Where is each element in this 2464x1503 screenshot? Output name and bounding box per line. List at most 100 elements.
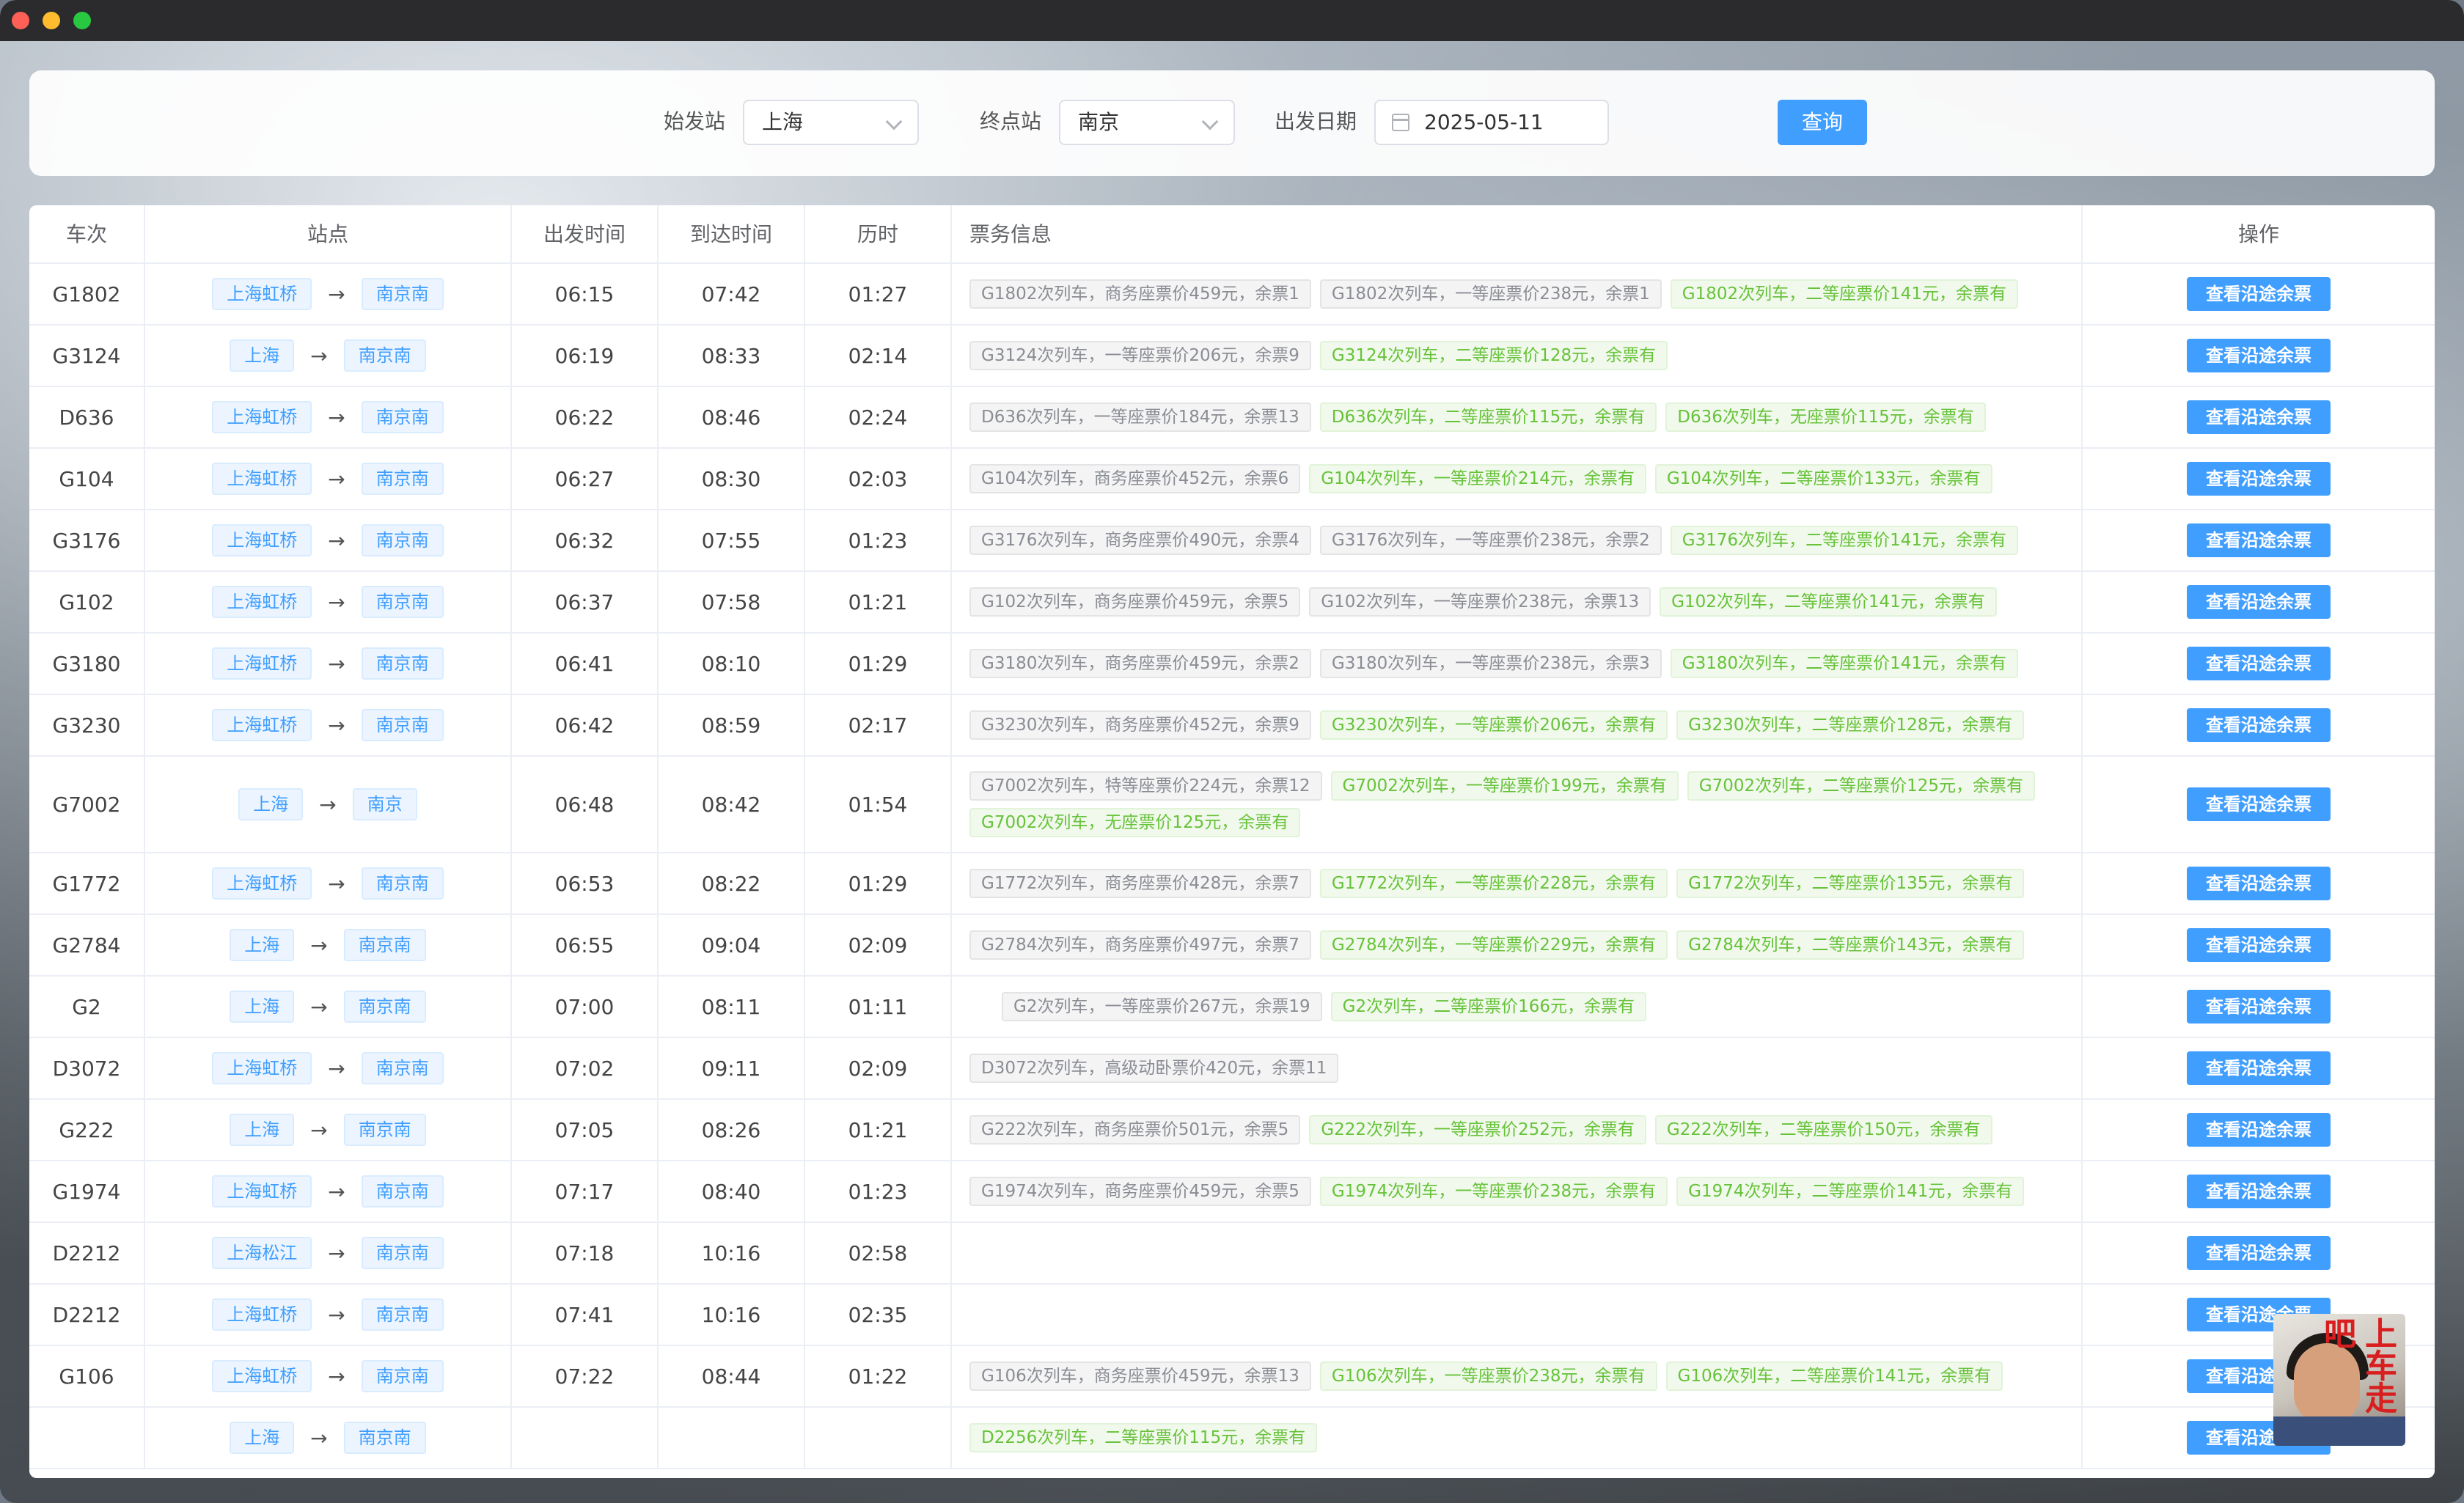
- zoom-window-button[interactable]: [73, 12, 91, 29]
- duration: [805, 1408, 952, 1468]
- action-cell: 查看沿途余票: [2083, 449, 2435, 509]
- view-stops-button[interactable]: 查看沿途余票: [2187, 990, 2331, 1024]
- view-stops-button[interactable]: 查看沿途余票: [2187, 277, 2331, 311]
- table-row: G1974 上海虹桥 → 南京南 07:17 08:40 01:23 G1974次列车，商务座…: [29, 1161, 2435, 1223]
- header-duration: 历时: [805, 205, 952, 264]
- ticket-tag: D636次列车，二等座票价115元，余票有: [1319, 403, 1657, 432]
- train-number: G106: [29, 1346, 145, 1406]
- duration: 02:14: [805, 326, 952, 386]
- arrival-time: 07:58: [659, 572, 805, 632]
- to-station-select[interactable]: 南京: [1059, 100, 1235, 145]
- ticket-tag: G7002次列车，一等座票价199元，余票有: [1330, 771, 1679, 801]
- app-window: 始发站 上海 终点站 南京 出发日期 2025-05-11 查询 车次 站点 出…: [0, 0, 2464, 1503]
- from-station-tag: 上海虹桥: [212, 647, 312, 680]
- arrow-right-icon: →: [319, 792, 337, 817]
- action-cell: 查看沿途余票: [2083, 326, 2435, 386]
- arrival-time: 08:40: [659, 1161, 805, 1221]
- to-station-tag: 南京: [352, 788, 417, 820]
- thumbnail-caption: 上车走吧: [2318, 1317, 2397, 1414]
- departure-time: 06:55: [512, 915, 659, 975]
- station-route: 上海 → 南京南: [230, 339, 426, 372]
- ticket-tag: D2256次列车，二等座票价115元，余票有: [969, 1423, 1318, 1452]
- arrow-right-icon: →: [328, 713, 345, 738]
- station-cell: 上海虹桥 → 南京南: [145, 1285, 512, 1345]
- station-cell: 上海虹桥 → 南京南: [145, 510, 512, 570]
- arrow-right-icon: →: [328, 871, 345, 896]
- arrival-time: 08:33: [659, 326, 805, 386]
- view-stops-button[interactable]: 查看沿途余票: [2187, 787, 2331, 821]
- calendar-icon: [1392, 114, 1409, 131]
- view-stops-button[interactable]: 查看沿途余票: [2187, 1051, 2331, 1085]
- ticket-tag: G1802次列车，二等座票价141元，余票有: [1670, 279, 2019, 309]
- duration: 02:24: [805, 387, 952, 447]
- from-station-tag: 上海: [230, 929, 295, 961]
- departure-time: 07:17: [512, 1161, 659, 1221]
- ticket-tag: D3072次列车，高级动卧票价420元，余票11: [969, 1054, 1339, 1083]
- to-station-tag: 南京南: [343, 339, 426, 372]
- action-cell: 查看沿途余票: [2083, 510, 2435, 570]
- table-row: D2212 上海松江 → 南京南 07:18 10:16 02:58 查看沿途余票: [29, 1223, 2435, 1285]
- view-stops-button[interactable]: 查看沿途余票: [2187, 928, 2331, 962]
- from-station-tag: 上海: [230, 1114, 295, 1146]
- to-station-tag: 南京南: [361, 401, 444, 433]
- table-row: G2 上海 → 南京南 07:00 08:11 01:11 G2次列车，一等座票价267元，余…: [29, 977, 2435, 1038]
- view-stops-button[interactable]: 查看沿途余票: [2187, 1236, 2331, 1270]
- ticket-tag: G7002次列车，二等座票价125元，余票有: [1687, 771, 2036, 801]
- ticket-info: G2次列车，一等座票价267元，余票19 G2次列车，二等座票价166元，余票有: [952, 977, 2083, 1037]
- ticket-tag: G3230次列车，一等座票价206元，余票有: [1319, 710, 1668, 740]
- ticket-info: G106次列车，商务座票价459元，余票13 G106次列车，一等座票价238元，…: [952, 1346, 2083, 1406]
- view-stops-button[interactable]: 查看沿途余票: [2187, 523, 2331, 557]
- arrow-right-icon: →: [328, 1302, 345, 1327]
- minimize-window-button[interactable]: [43, 12, 60, 29]
- arrival-time: 08:30: [659, 449, 805, 509]
- ticket-tag: G3176次列车，一等座票价238元，余票2: [1319, 526, 1662, 555]
- station-route: 上海虹桥 → 南京南: [212, 401, 444, 433]
- from-station-tag: 上海虹桥: [212, 586, 312, 618]
- action-cell: 查看沿途余票: [2083, 695, 2435, 755]
- table-row: G1802 上海虹桥 → 南京南 06:15 07:42 01:27 G1802次列车，商务座…: [29, 264, 2435, 326]
- close-window-button[interactable]: [12, 12, 29, 29]
- to-station-tag: 南京南: [361, 524, 444, 556]
- to-station-tag: 南京南: [343, 1422, 426, 1454]
- view-stops-button[interactable]: 查看沿途余票: [2187, 400, 2331, 434]
- station-route: 上海虹桥 → 南京南: [212, 1360, 444, 1392]
- view-stops-button[interactable]: 查看沿途余票: [2187, 867, 2331, 900]
- video-thumbnail[interactable]: 上车走吧: [2273, 1314, 2405, 1446]
- view-stops-button[interactable]: 查看沿途余票: [2187, 708, 2331, 742]
- station-cell: 上海 → 南京南: [145, 977, 512, 1037]
- train-table: 车次 站点 出发时间 到达时间 历时 票务信息 操作 D352上海虹桥→南京南0…: [29, 205, 2435, 1478]
- ticket-tag: G7002次列车，特等座票价224元，余票12: [969, 771, 1322, 801]
- view-stops-button[interactable]: 查看沿途余票: [2187, 647, 2331, 680]
- header-station: 站点: [145, 205, 512, 264]
- train-number: D636: [29, 387, 145, 447]
- ticket-tag: G2次列车，二等座票价166元，余票有: [1330, 992, 1646, 1021]
- to-station-tag: 南京南: [343, 929, 426, 961]
- ticket-tag: G222次列车，一等座票价252元，余票有: [1309, 1115, 1646, 1144]
- query-button[interactable]: 查询: [1778, 100, 1867, 145]
- train-number: G3180: [29, 633, 145, 694]
- departure-date-picker[interactable]: 2025-05-11: [1374, 100, 1609, 145]
- view-stops-button[interactable]: 查看沿途余票: [2187, 1113, 2331, 1147]
- view-stops-button[interactable]: 查看沿途余票: [2187, 339, 2331, 372]
- station-route: 上海虹桥 → 南京南: [212, 647, 444, 680]
- duration: 01:21: [805, 572, 952, 632]
- table-row: G3230 上海虹桥 → 南京南 06:42 08:59 02:17 G3230次列车，商务座…: [29, 695, 2435, 757]
- station-cell: 上海 → 南京南: [145, 1100, 512, 1160]
- to-station-tag: 南京南: [361, 1360, 444, 1392]
- view-stops-button[interactable]: 查看沿途余票: [2187, 1175, 2331, 1208]
- station-cell: 上海虹桥 → 南京南: [145, 387, 512, 447]
- table-row: D2212 上海虹桥 → 南京南 07:41 10:16 02:35 查看沿途余票: [29, 1285, 2435, 1346]
- from-station-select[interactable]: 上海: [743, 100, 919, 145]
- view-stops-button[interactable]: 查看沿途余票: [2187, 585, 2331, 619]
- from-station-tag: 上海: [230, 991, 295, 1023]
- to-station-tag: 南京南: [361, 1298, 444, 1331]
- header-action: 操作: [2237, 222, 2279, 246]
- ticket-tag: G222次列车，二等座票价150元，余票有: [1654, 1115, 1992, 1144]
- train-number: G3124: [29, 326, 145, 386]
- station-cell: 上海 → 南京南: [145, 326, 512, 386]
- station-route: 上海 → 南京: [238, 788, 417, 820]
- action-cell: 查看沿途余票: [2083, 757, 2435, 852]
- arrow-right-icon: →: [328, 282, 345, 306]
- view-stops-button[interactable]: 查看沿途余票: [2187, 462, 2331, 496]
- arrow-right-icon: →: [310, 1117, 328, 1142]
